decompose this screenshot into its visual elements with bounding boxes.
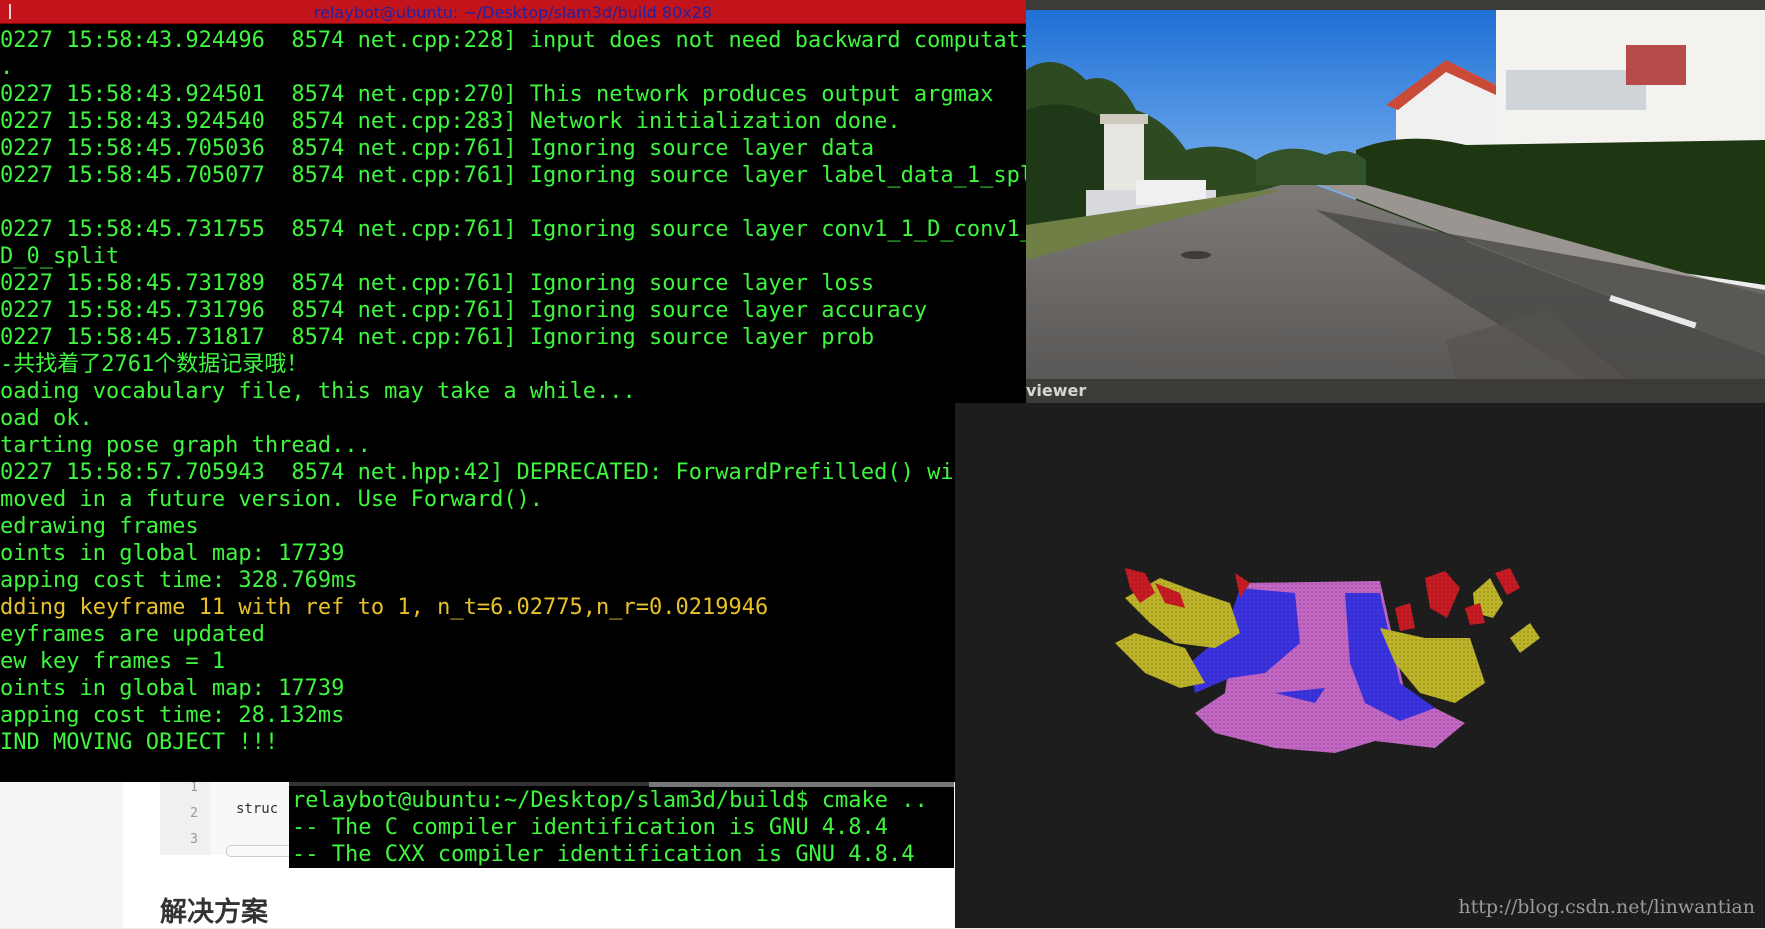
line-number: 2 — [190, 806, 198, 821]
terminal-line: -- The CXX compiler identification is GN… — [292, 842, 915, 867]
terminal-output[interactable]: 0227 15:58:43.924496 8574 net.cpp:228] i… — [0, 27, 1026, 756]
terminal-line: -- The C compiler identification is GNU … — [292, 815, 889, 840]
terminal-line: D_0_split — [0, 244, 120, 269]
terminal-line: eyframes are updated — [0, 622, 265, 647]
terminal-window-main[interactable]: relaybot@ubuntu: ~/Desktop/slam3d/build … — [0, 0, 1026, 782]
terminal-line: 0227 15:58:57.705943 8574 net.hpp:42] DE… — [0, 460, 1026, 485]
camera-image — [1026, 10, 1765, 379]
terminal-line: 0227 15:58:43.924540 8574 net.cpp:283] N… — [0, 109, 901, 134]
terminal-line: moved in a future version. Use Forward()… — [0, 487, 544, 512]
terminal-window-secondary[interactable]: relaybot@ubuntu:~/Desktop/slam3d/build$ … — [289, 782, 954, 868]
terminal-line: . — [0, 55, 14, 80]
viewer-titlebar[interactable]: viewer — [1026, 379, 1765, 403]
watermark-text: http://blog.csdn.net/linwantian — [1458, 896, 1755, 918]
pointcloud-viewer[interactable]: http://blog.csdn.net/linwantian — [955, 403, 1765, 928]
terminal-line: 0227 15:58:45.731755 8574 net.cpp:761] I… — [0, 217, 1026, 242]
terminal-line: 0227 15:58:43.924496 8574 net.cpp:228] i… — [0, 28, 1026, 53]
terminal-line: dding keyframe 11 with ref to 1, n_t=6.0… — [0, 595, 769, 620]
line-number: 3 — [190, 832, 198, 847]
code-line-numbers: 1 2 3 — [160, 775, 210, 855]
terminal-line: oading vocabulary file, this may take a … — [0, 379, 636, 404]
terminal-output[interactable]: relaybot@ubuntu:~/Desktop/slam3d/build$ … — [292, 787, 928, 868]
terminal-line: ew key frames = 1 — [0, 649, 226, 674]
terminal-line: 0227 15:58:45.731817 8574 net.cpp:761] I… — [0, 325, 875, 350]
terminal-line: oints in global map: 17739 — [0, 541, 345, 566]
terminal-line: IND MOVING OBJECT !!! — [0, 730, 279, 755]
viewer-title: viewer — [1026, 381, 1087, 400]
terminal-title: relaybot@ubuntu: ~/Desktop/slam3d/build … — [313, 3, 713, 22]
street-scene-image — [1026, 10, 1765, 379]
section-heading: 解决方案 — [160, 897, 268, 928]
terminal-line: relaybot@ubuntu:~/Desktop/slam3d/build$ … — [292, 788, 928, 813]
terminal-titlebar[interactable]: relaybot@ubuntu: ~/Desktop/slam3d/build … — [0, 0, 1026, 24]
pointcloud-render — [955, 403, 1765, 928]
terminal-line: 0227 15:58:45.705036 8574 net.cpp:761] I… — [0, 136, 875, 161]
terminal-line: apping cost time: 328.769ms — [0, 568, 358, 593]
terminal-line: edrawing frames — [0, 514, 199, 539]
terminal-line: oints in global map: 17739 — [0, 676, 345, 701]
terminal-line: 0227 15:58:45.705077 8574 net.cpp:761] I… — [0, 163, 1026, 188]
window-top-edge — [1026, 0, 1765, 10]
code-snippet: struc — [236, 801, 279, 817]
terminal-line: oad ok. — [0, 406, 93, 431]
terminal-line: apping cost time: 28.132ms — [0, 703, 345, 728]
terminal-line: 0227 15:58:45.731796 8574 net.cpp:761] I… — [0, 298, 928, 323]
terminal-line: 0227 15:58:45.731789 8574 net.cpp:761] I… — [0, 271, 875, 296]
terminal-line: -共找着了2761个数据记录哦！ — [0, 352, 309, 377]
terminal-line: tarting pose graph thread... — [0, 433, 371, 458]
terminal-line: 0227 15:58:43.924501 8574 net.cpp:270] T… — [0, 82, 994, 107]
